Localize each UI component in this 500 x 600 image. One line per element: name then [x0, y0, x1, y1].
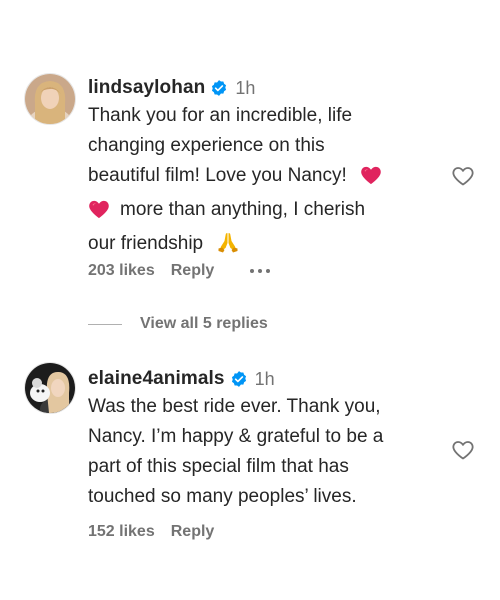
username[interactable]: elaine4animals [88, 367, 225, 391]
avatar[interactable] [24, 362, 76, 414]
comment-text: Was the best ride ever. Thank you, Nancy… [88, 392, 468, 512]
reply-button[interactable]: Reply [171, 523, 215, 541]
comment-line: part of this special film that has [88, 456, 349, 477]
comment-line: touched so many peoples’ lives. [88, 486, 357, 507]
verified-badge-icon [230, 370, 248, 388]
comment-header: elaine4animals 1h [88, 367, 275, 391]
avatar-image [25, 363, 75, 413]
comment-line: Was the best ride ever. Thank you, [88, 396, 381, 417]
like-heart-icon[interactable] [451, 438, 475, 462]
timestamp: 1h [254, 369, 275, 389]
likes-count[interactable]: 152 likes [88, 523, 155, 541]
comment-line: Nancy. I’m happy & grateful to be a [88, 426, 384, 447]
comment-meta: 152 likes Reply [88, 523, 214, 541]
comment: elaine4animals 1h Was the best ride ever… [0, 0, 500, 600]
